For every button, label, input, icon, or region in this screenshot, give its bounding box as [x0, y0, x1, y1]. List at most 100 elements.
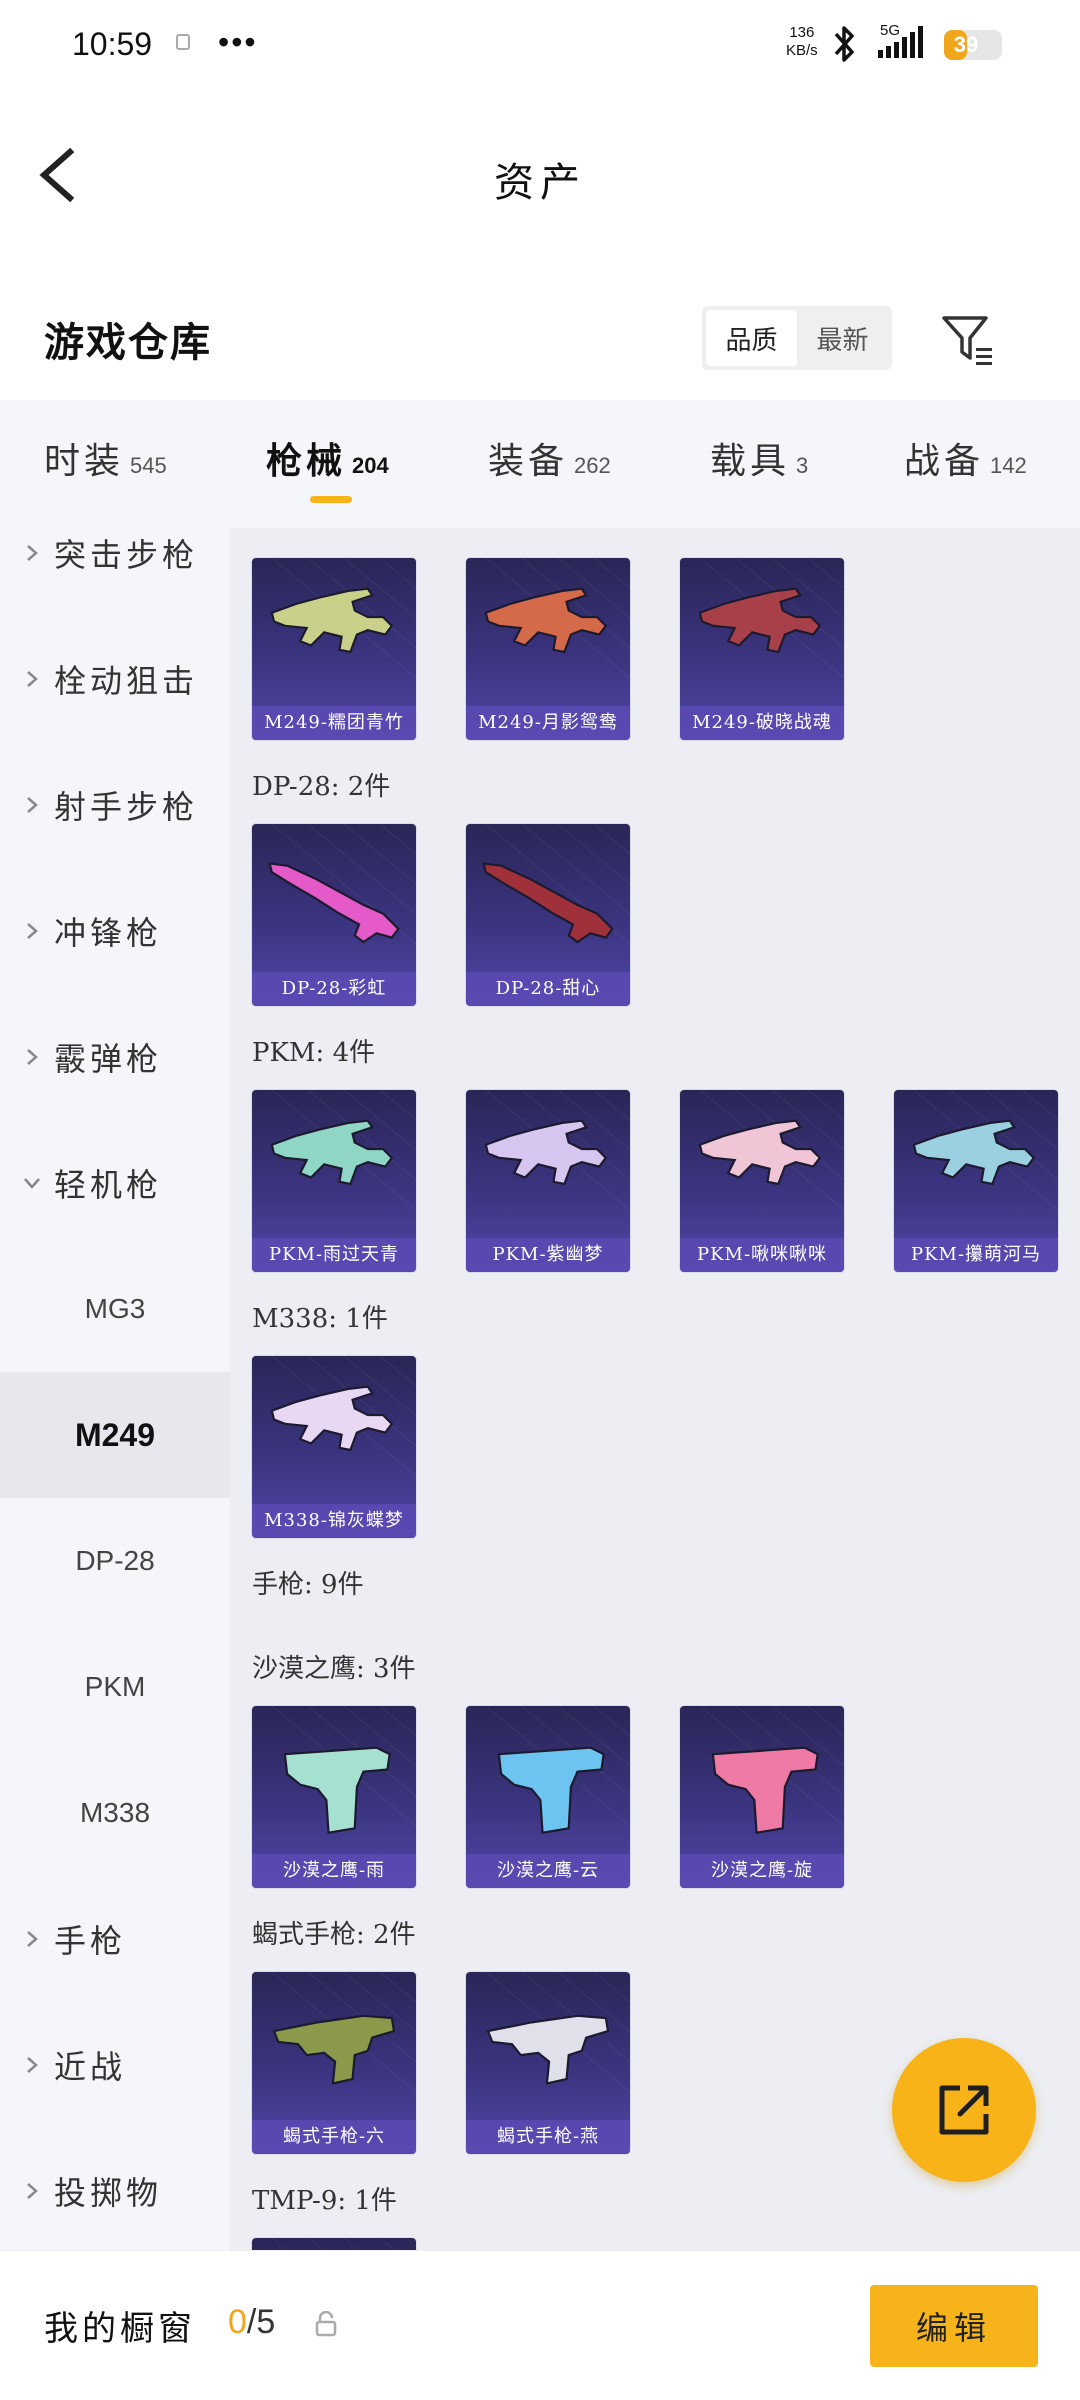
item-name: PKM-攥萌河马	[910, 1244, 1042, 1265]
item-card[interactable]: 蝎式手枪-六	[252, 1972, 416, 2154]
weapon-silhouette	[912, 1119, 1036, 1186]
sidebar-subitem-m338[interactable]: M338	[0, 1750, 230, 1876]
sidebar-item-assault-rifle[interactable]: 突击步枪	[0, 528, 230, 616]
tab-supplies[interactable]: 战备 142	[904, 432, 1027, 492]
group-header: DP-28: 2件	[252, 772, 391, 802]
weapon-silhouette	[482, 862, 614, 944]
item-card[interactable]: DP-28-甜心	[466, 824, 630, 1006]
sidebar-item-label: 栓动狙击	[54, 662, 199, 700]
tab-label: 战备	[904, 441, 985, 482]
status-time: 10:59	[72, 26, 153, 62]
weapon-skin-image	[272, 2014, 396, 2085]
weapon-skin-image	[484, 1119, 608, 1186]
chevron-right-icon	[27, 797, 38, 813]
weapon-skin-image	[497, 1746, 605, 1835]
battery-level: 39	[953, 32, 979, 57]
item-card[interactable]: 沙漠之鹰-旋	[680, 1706, 844, 1888]
weapon-skin-image	[484, 587, 608, 654]
sidebar-item-smg[interactable]: 冲锋枪	[0, 868, 230, 994]
sort-toggle: 品质 最新	[702, 306, 892, 370]
item-card[interactable]: 蝎式手枪-燕	[466, 1972, 630, 2154]
item-name: DP-28-彩虹	[281, 978, 387, 999]
filter-icon[interactable]	[938, 310, 998, 370]
tab-count: 204	[352, 453, 389, 478]
item-card[interactable]: PKM-攥萌河马	[894, 1090, 1058, 1272]
sidebar-item-label: 轻机枪	[54, 1166, 163, 1204]
weapon-silhouette	[698, 587, 822, 654]
chevron-right-icon	[27, 2057, 38, 2073]
weapon-skin-image	[283, 1746, 391, 1835]
tab-firearms[interactable]: 枪械 204	[266, 432, 389, 492]
group-header: PKM: 4件	[252, 1038, 376, 1068]
sort-newest-button[interactable]: 最新	[797, 310, 888, 366]
item-name: 沙漠之鹰-旋	[710, 1860, 814, 1881]
sidebar-subitem-pkm[interactable]: PKM	[0, 1624, 230, 1750]
weapon-silhouette	[484, 1119, 608, 1186]
weapon-skin-image	[270, 1119, 394, 1186]
item-card[interactable]: PKM-雨过天青	[252, 1090, 416, 1272]
sidebar-item-label: 投掷物	[54, 2174, 163, 2212]
more-notifications-icon: •••	[218, 24, 258, 60]
group-header: M338: 1件	[252, 1304, 388, 1334]
item-name: PKM-紫幽梦	[492, 1244, 604, 1265]
item-name: PKM-雨过天青	[268, 1244, 400, 1265]
item-card[interactable]: 沙漠之鹰-云	[466, 1706, 630, 1888]
tab-count: 262	[574, 453, 611, 478]
showcase-count-total: /5	[246, 2303, 276, 2341]
status-bar: 10:59 ••• 136 KB/s 5G 39	[0, 0, 1080, 90]
sidebar-item-bolt-sniper[interactable]: 栓动狙击	[0, 616, 230, 742]
item-card[interactable]: PKM-啾咪啾咪	[680, 1090, 844, 1272]
sort-quality-button[interactable]: 品质	[706, 310, 797, 366]
sidebar-item-marksman-rifle[interactable]: 射手步枪	[0, 742, 230, 868]
group-header: 手枪: 9件	[252, 1570, 364, 1600]
page-title: 资产	[494, 160, 586, 206]
sidebar-item-melee[interactable]: 近战	[0, 2002, 230, 2128]
share-button[interactable]	[892, 2038, 1036, 2182]
item-card[interactable]: PKM-紫幽梦	[466, 1090, 630, 1272]
weapon-skin-image	[268, 862, 400, 944]
tab-count: 545	[130, 453, 167, 478]
net-speed: 136 KB/s	[786, 24, 818, 60]
weapon-category-sidebar: 突击步枪 栓动狙击 射手步枪 冲锋枪 霰弹枪 轻机枪 MG3 M249 DP-2…	[0, 528, 230, 2250]
pattern-line	[307, 2238, 324, 2250]
item-card[interactable]: DP-28-彩虹	[252, 824, 416, 1006]
sidebar-subitem-dp28[interactable]: DP-28	[0, 1498, 230, 1624]
sidebar-item-shotgun[interactable]: 霰弹枪	[0, 994, 230, 1120]
item-card[interactable]: M338-锦灰蝶梦	[252, 1356, 416, 1538]
weapon-silhouette	[270, 1385, 394, 1452]
bluetooth-icon	[834, 26, 854, 62]
tab-vehicles[interactable]: 载具 3	[710, 432, 808, 492]
item-card[interactable]: M249-破晓战魂	[680, 558, 844, 740]
sidebar-item-pistol[interactable]: 手枪	[0, 1876, 230, 2002]
active-tab-indicator	[310, 496, 352, 503]
net-speed-unit: KB/s	[786, 42, 818, 59]
item-name: M249-月影鸳鸯	[478, 712, 618, 733]
warehouse-title: 游戏仓库	[44, 319, 212, 366]
sidebar-subitem-mg3[interactable]: MG3	[0, 1246, 230, 1372]
share-external-icon	[939, 2085, 989, 2135]
group-header: 沙漠之鹰: 3件	[252, 1654, 416, 1684]
lock-icon	[315, 2311, 337, 2337]
pattern-line	[343, 2238, 360, 2250]
item-card[interactable]	[252, 2238, 416, 2250]
sidebar-subitem-m249[interactable]: M249	[0, 1372, 230, 1498]
chevron-down-icon	[24, 1178, 40, 1189]
weapon-skin-image	[698, 587, 822, 654]
edit-button[interactable]: 编辑	[870, 2285, 1038, 2367]
weapon-skin-image	[912, 1119, 1036, 1186]
item-name: 蝎式手枪-燕	[496, 2126, 600, 2147]
chevron-right-icon	[27, 545, 38, 561]
item-card[interactable]: M249-糯团青竹	[252, 558, 416, 740]
category-tabs: 时装 545 枪械 204 装备 262 载具 3 战备 142	[0, 400, 1080, 528]
item-card[interactable]: 沙漠之鹰-雨	[252, 1706, 416, 1888]
tab-fashion[interactable]: 时装 545	[44, 432, 167, 492]
signal-icon	[878, 26, 923, 58]
item-card[interactable]: M249-月影鸳鸯	[466, 558, 630, 740]
sidebar-item-throwable[interactable]: 投掷物	[0, 2128, 230, 2250]
item-name: M249-糯团青竹	[264, 712, 404, 733]
tab-equipment[interactable]: 装备 262	[488, 432, 611, 492]
showcase-bar: 我的橱窗 0/5 编辑	[0, 2250, 1080, 2400]
item-name: 蝎式手枪-六	[282, 2126, 386, 2147]
chevron-right-icon	[27, 1931, 38, 1947]
sidebar-item-lmg[interactable]: 轻机枪	[0, 1120, 230, 1246]
